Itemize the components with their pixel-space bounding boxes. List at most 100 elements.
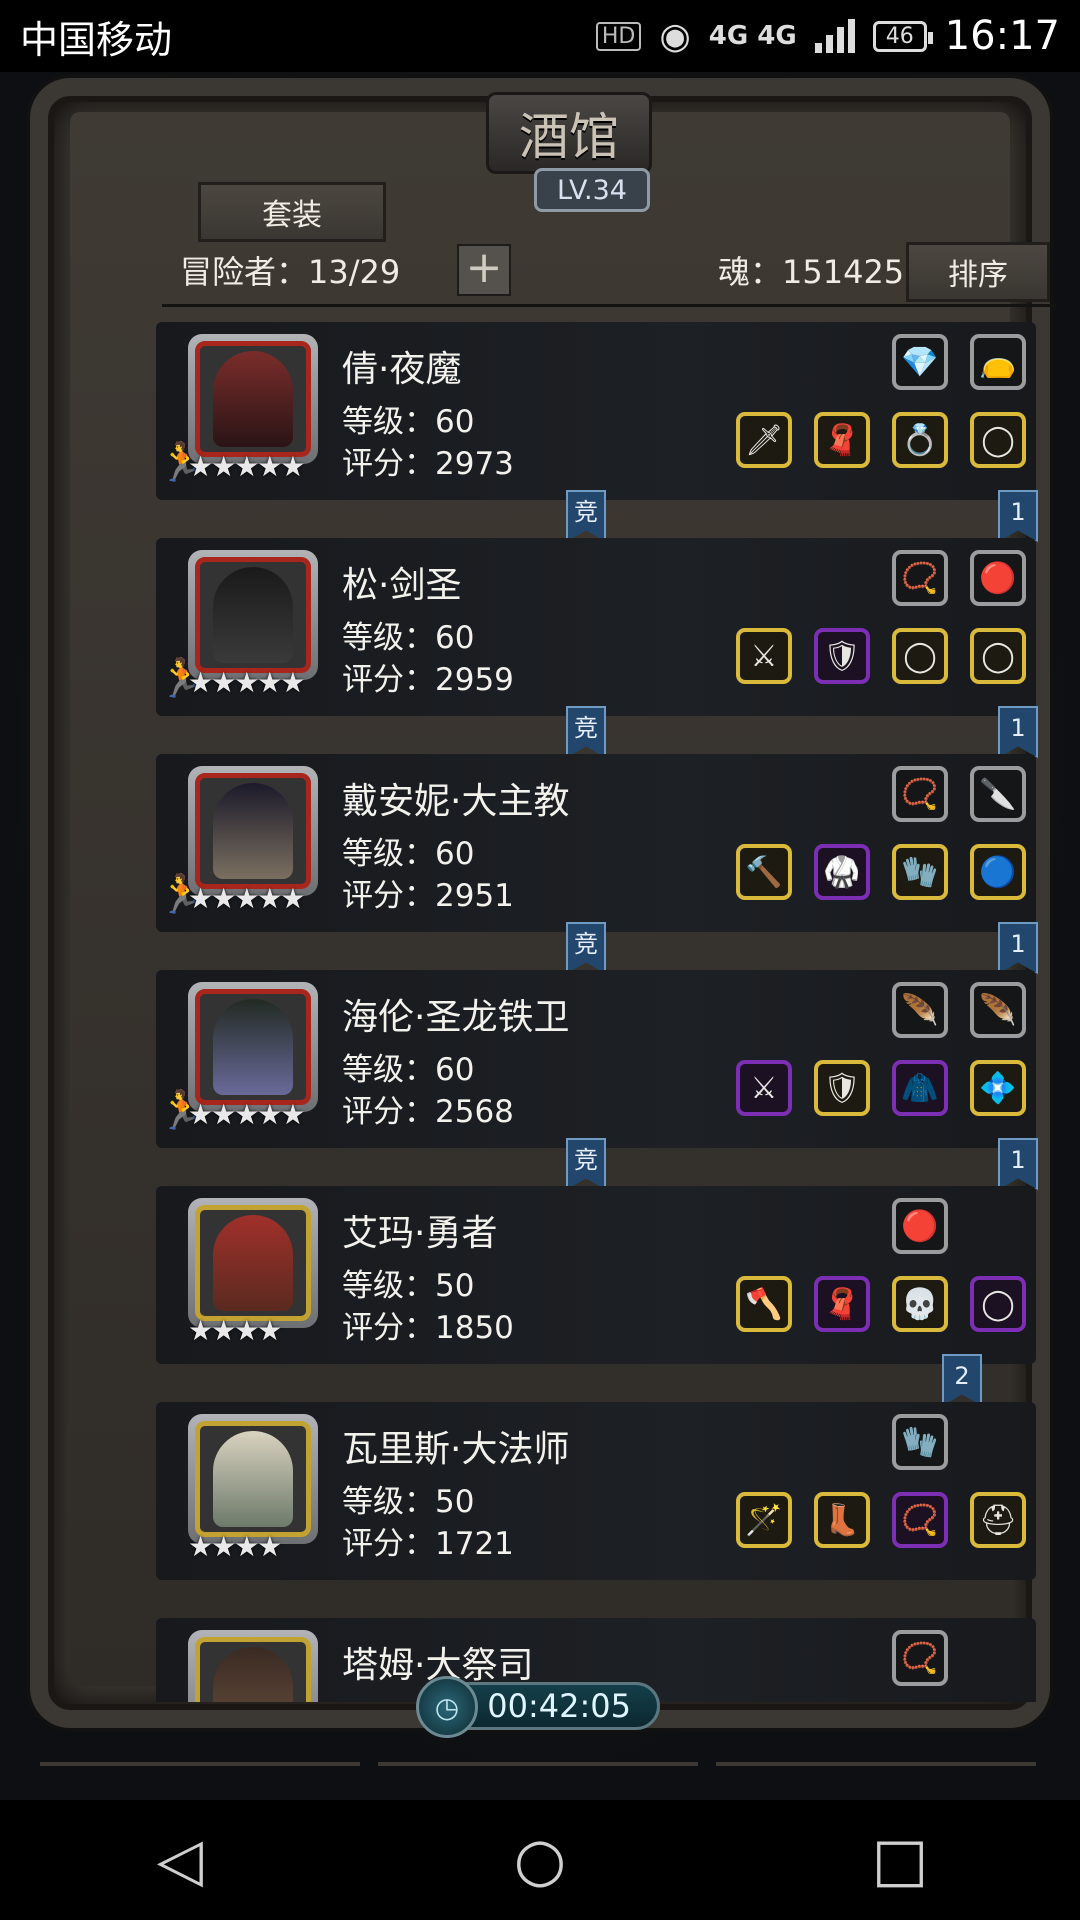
- hero-level: 等级：60: [342, 1052, 475, 1088]
- amulet-icon[interactable]: 📿: [892, 550, 948, 606]
- signal-icon: [814, 19, 855, 53]
- hero-level: 等级：60: [342, 836, 475, 872]
- armor-icon[interactable]: 🛡: [814, 1060, 870, 1116]
- hero-level: 等级：50: [342, 1484, 475, 1520]
- red-gem-icon[interactable]: 🔴: [970, 550, 1026, 606]
- hero-name: 倩·夜魔: [342, 349, 462, 390]
- sword-icon[interactable]: ⚔: [736, 628, 792, 684]
- hero-avatar[interactable]: [188, 550, 318, 680]
- hood-icon[interactable]: 🧣: [814, 1276, 870, 1332]
- hero-row[interactable]: 🏃 ★★★★★ 倩·夜魔 等级：60 评分：2973 💎 👝 🗡 🧣 💍 ◯ 竞…: [156, 322, 1038, 542]
- claw-weapon-icon[interactable]: 🗡: [736, 412, 792, 468]
- home-icon[interactable]: ○: [480, 1825, 600, 1895]
- add-slot-button[interactable]: +: [457, 244, 511, 296]
- hero-row[interactable]: ★★★★ 艾玛·勇者 等级：50 评分：1850 🔴 🪓 🧣 💀 ◯ 2: [156, 1186, 1036, 1406]
- gauntlet-icon[interactable]: 🧤: [892, 844, 948, 900]
- sort-button[interactable]: 排序: [906, 242, 1050, 302]
- staff-icon[interactable]: 🪄: [736, 1492, 792, 1548]
- tavern-frame: 套装 冒险者：13/29 + 魂：151425 排序 🏃 ★★★★★ 倩·夜魔 …: [30, 78, 1056, 1728]
- clock-icon: ◷: [416, 1676, 478, 1738]
- pendant-icon[interactable]: 💠: [970, 1060, 1026, 1116]
- hero-avatar[interactable]: [188, 766, 318, 896]
- ring-icon[interactable]: ◯: [892, 628, 948, 684]
- rank-ribbon: 1: [998, 706, 1038, 758]
- fur-icon[interactable]: 🪶: [892, 982, 948, 1038]
- necklace-icon[interactable]: 📿: [892, 1492, 948, 1548]
- axe-icon[interactable]: 🪓: [736, 1276, 792, 1332]
- tavern-panel: 套装 冒险者：13/29 + 魂：151425 排序 🏃 ★★★★★ 倩·夜魔 …: [70, 112, 1056, 1702]
- set-button[interactable]: 套装: [198, 182, 386, 242]
- bottom-tab-edges: [0, 1762, 1080, 1802]
- cloak-icon[interactable]: 🧥: [892, 1060, 948, 1116]
- gem-ring-icon[interactable]: 💍: [892, 412, 948, 468]
- hero-avatar[interactable]: [188, 334, 318, 464]
- battery-icon: 46: [872, 20, 933, 52]
- hero-avatar[interactable]: [188, 1630, 318, 1702]
- hero-score: 评分：1721: [342, 1526, 514, 1562]
- hero-score: 评分：2568: [342, 1094, 514, 1130]
- arena-ribbon: 竞: [566, 490, 606, 542]
- status-bar: 中国移动 HD ◉ 4G 4G 46 16:17: [0, 0, 1080, 72]
- crystal-icon[interactable]: 💎: [892, 334, 948, 390]
- pouch-icon[interactable]: 👝: [970, 334, 1026, 390]
- hd-icon: HD: [595, 21, 642, 51]
- hero-stars: ★★★★★: [188, 666, 306, 699]
- hero-name: 戴安妮·大主教: [342, 781, 570, 822]
- glove-icon[interactable]: 🧤: [892, 1414, 948, 1470]
- adventurer-count: 冒险者：13/29: [180, 253, 401, 291]
- hero-name: 艾玛·勇者: [342, 1213, 498, 1254]
- hero-stars: ★★★★★: [188, 882, 306, 915]
- recent-apps-icon[interactable]: □: [840, 1825, 960, 1895]
- robe-icon[interactable]: 🥋: [814, 844, 870, 900]
- armor-icon[interactable]: 🛡: [814, 628, 870, 684]
- ring-icon[interactable]: ◯: [970, 628, 1026, 684]
- status-time: 16:17: [944, 13, 1060, 59]
- hero-stars: ★★★★★: [188, 1098, 306, 1131]
- tavern-level: LV.34: [534, 168, 650, 212]
- helmet-icon[interactable]: ⛑: [970, 1492, 1026, 1548]
- orb-icon[interactable]: 🔵: [970, 844, 1026, 900]
- network-type: 4G 4G: [708, 21, 797, 51]
- tab-edge[interactable]: [378, 1762, 698, 1796]
- arena-ribbon: 竞: [566, 922, 606, 974]
- ring-icon[interactable]: ◯: [970, 412, 1026, 468]
- tab-edge[interactable]: [716, 1762, 1036, 1796]
- rank-ribbon: 1: [998, 922, 1038, 974]
- hero-stars: ★★★★: [188, 1530, 282, 1563]
- dagger-icon[interactable]: 🔪: [970, 766, 1026, 822]
- hero-row[interactable]: ★★★★ 瓦里斯·大法师 等级：50 评分：1721 🧤 🪄 👢 📿 ⛑: [156, 1402, 1036, 1580]
- hero-level: 等级：60: [342, 620, 475, 656]
- ring-icon[interactable]: ◯: [970, 1276, 1026, 1332]
- spear-icon[interactable]: ⚔: [736, 1060, 792, 1116]
- hero-score: 评分：2959: [342, 662, 514, 698]
- boots-icon[interactable]: 👢: [814, 1492, 870, 1548]
- hammer-icon[interactable]: 🔨: [736, 844, 792, 900]
- back-icon[interactable]: ◁: [120, 1825, 240, 1895]
- arena-ribbon: 竞: [566, 706, 606, 758]
- hero-row[interactable]: 🏃 ★★★★★ 海伦·圣龙铁卫 等级：60 评分：2568 🪶 🪶 ⚔ 🛡 🧥 …: [156, 970, 1038, 1190]
- tab-edge[interactable]: [40, 1762, 360, 1796]
- hero-list[interactable]: 🏃 ★★★★★ 倩·夜魔 等级：60 评分：2973 💎 👝 🗡 🧣 💍 ◯ 竞…: [156, 322, 1056, 1702]
- hero-score: 评分：1850: [342, 1310, 514, 1346]
- hero-name: 海伦·圣龙铁卫: [342, 997, 570, 1038]
- hero-level: 等级：50: [342, 1268, 475, 1304]
- hero-name: 瓦里斯·大法师: [342, 1429, 570, 1470]
- hood-icon[interactable]: 🧣: [814, 412, 870, 468]
- hero-avatar[interactable]: [188, 1414, 318, 1544]
- hero-score: 评分：2973: [342, 446, 514, 482]
- feather-icon[interactable]: 🪶: [970, 982, 1026, 1038]
- hero-stars: ★★★★★: [188, 450, 306, 483]
- mask-icon[interactable]: 💀: [892, 1276, 948, 1332]
- hero-name: 松·剑圣: [342, 565, 462, 606]
- hero-row[interactable]: 🏃 ★★★★★ 戴安妮·大主教 等级：60 评分：2951 📿 🔪 🔨 🥋 🧤 …: [156, 754, 1038, 974]
- amulet-icon[interactable]: 📿: [892, 1630, 948, 1686]
- eye-icon: ◉: [659, 15, 691, 57]
- red-gem-icon[interactable]: 🔴: [892, 1198, 948, 1254]
- amulet-icon[interactable]: 📿: [892, 766, 948, 822]
- hero-avatar[interactable]: [188, 982, 318, 1112]
- hero-level: 等级：60: [342, 404, 475, 440]
- hero-avatar[interactable]: [188, 1198, 318, 1328]
- hero-row[interactable]: 🏃 ★★★★★ 松·剑圣 等级：60 评分：2959 📿 🔴 ⚔ 🛡 ◯ ◯ 竞…: [156, 538, 1038, 758]
- rank-ribbon: 1: [998, 490, 1038, 542]
- navigation-bar: ◁ ○ □: [0, 1800, 1080, 1920]
